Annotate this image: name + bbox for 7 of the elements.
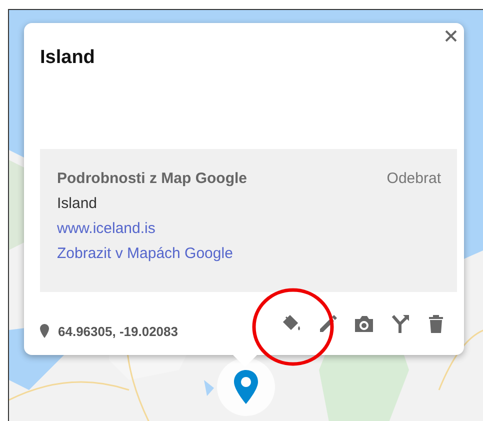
maps-link[interactable]: Zobrazit v Mapách Google bbox=[57, 245, 233, 262]
remove-link[interactable]: Odebrat bbox=[386, 170, 441, 187]
details-heading: Podrobnosti z Map Google bbox=[57, 170, 247, 187]
coordinates-text: 64.96305, -19.02083 bbox=[58, 324, 178, 338]
card-title: Island bbox=[40, 47, 95, 68]
place-name: Island bbox=[57, 195, 98, 212]
website-link[interactable]: www.iceland.is bbox=[57, 220, 156, 237]
